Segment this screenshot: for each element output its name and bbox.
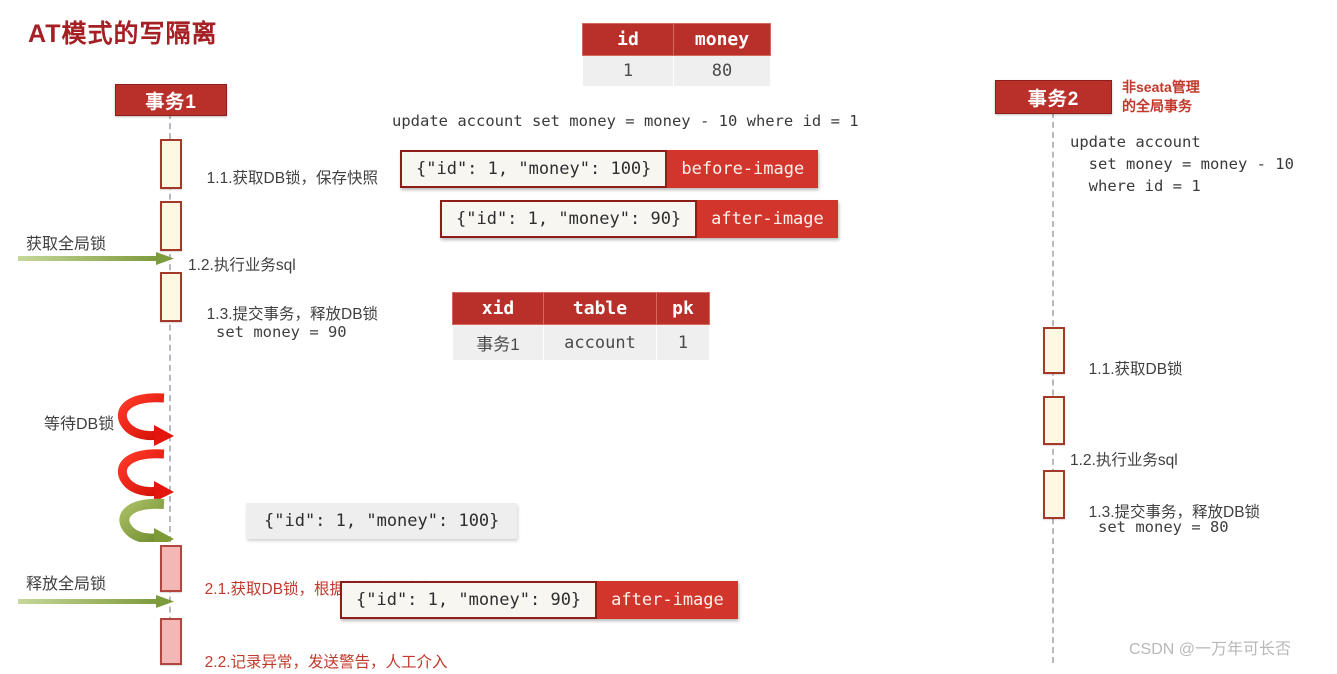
actor-tx1[interactable]: 事务1 xyxy=(115,84,227,116)
after-image-json: {"id": 1, "money": 90} xyxy=(440,200,698,238)
activation-r1-2 xyxy=(1043,396,1065,445)
account-table: id money 1 80 xyxy=(582,23,771,87)
step-1-1: 1.1.获取DB锁，保存快照 xyxy=(188,145,378,190)
after-image-tag: after-image xyxy=(697,200,838,238)
tx2-note: 非seata管理 的全局事务 xyxy=(1122,79,1200,114)
lock-col-table: table xyxy=(543,292,657,325)
activation-2-2 xyxy=(160,618,182,665)
lifeline-tx2 xyxy=(1052,112,1054,663)
release-global-lock-label: 释放全局锁 xyxy=(26,576,107,593)
rollback-snapshot-box: {"id": 1, "money": 100} xyxy=(246,503,518,539)
activation-1-3 xyxy=(160,272,182,322)
account-col-money: money xyxy=(673,23,771,56)
activation-2-1 xyxy=(160,545,182,592)
lock-table: xid table pk 事务1 account 1 xyxy=(452,292,710,361)
step-r1-3: 1.3.提交事务，释放DB锁 xyxy=(1070,479,1260,524)
after-image-row: {"id": 1, "money": 90} after-image xyxy=(440,200,838,238)
step-2-2: 2.2.记录异常，发送警告，人工介入 xyxy=(186,629,448,674)
rollback-after-image-json: {"id": 1, "money": 90} xyxy=(340,581,598,619)
activation-r1-1 xyxy=(1043,327,1065,374)
step-1-3-label: 1.3.提交事务，释放DB锁 xyxy=(206,306,379,323)
step-r1-1: 1.1.获取DB锁 xyxy=(1070,336,1183,381)
step-1-1-label: 1.1.获取DB锁，保存快照 xyxy=(206,170,379,187)
table-row: 事务1 account 1 xyxy=(452,324,710,361)
lock-col-xid: xid xyxy=(452,292,544,325)
activation-1-2 xyxy=(160,201,182,251)
before-image-tag: before-image xyxy=(667,150,819,188)
watermark: CSDN @一万年可长否 xyxy=(1129,641,1292,658)
account-cell-id: 1 xyxy=(582,55,674,87)
activation-1-1 xyxy=(160,139,182,189)
step-1-3: 1.3.提交事务，释放DB锁 xyxy=(188,281,378,326)
lock-cell-pk: 1 xyxy=(656,324,710,361)
actor-tx1-label: 事务1 xyxy=(145,91,197,113)
sql-tx2: update account set money = money - 10 wh… xyxy=(1070,133,1294,195)
lock-cell-table: account xyxy=(543,324,657,361)
step-r1-1-label: 1.1.获取DB锁 xyxy=(1088,361,1183,378)
account-col-id: id xyxy=(582,23,674,56)
lock-cell-xid: 事务1 xyxy=(452,324,544,361)
page-title: AT模式的写隔离 xyxy=(28,20,218,48)
rollback-after-image-tag: after-image xyxy=(597,581,738,619)
rollback-after-image-row: {"id": 1, "money": 90} after-image xyxy=(340,581,738,619)
before-image-json: {"id": 1, "money": 100} xyxy=(400,150,668,188)
step-1-2-line1: 1.2.执行业务sql xyxy=(188,257,296,274)
before-image-row: {"id": 1, "money": 100} before-image xyxy=(400,150,819,188)
sql-main: update account set money = money - 10 wh… xyxy=(392,112,859,130)
actor-tx2[interactable]: 事务2 xyxy=(995,80,1112,114)
activation-r1-3 xyxy=(1043,470,1065,519)
wait-db-lock-label: 等待DB锁 xyxy=(44,416,115,433)
table-row: 1 80 xyxy=(582,55,771,87)
table-header-row: id money xyxy=(582,23,771,56)
step-r1-3-label: 1.3.提交事务，释放DB锁 xyxy=(1088,504,1261,521)
actor-tx2-label: 事务2 xyxy=(1027,88,1080,110)
release-global-lock-arrow xyxy=(18,595,174,608)
step-r1-2-line1: 1.2.执行业务sql xyxy=(1070,452,1178,469)
account-cell-money: 80 xyxy=(673,55,771,87)
wait-db-lock-arrows xyxy=(117,393,174,542)
table-header-row: xid table pk xyxy=(452,292,710,325)
lock-col-pk: pk xyxy=(656,292,710,325)
acquire-global-lock-arrow xyxy=(18,252,174,265)
